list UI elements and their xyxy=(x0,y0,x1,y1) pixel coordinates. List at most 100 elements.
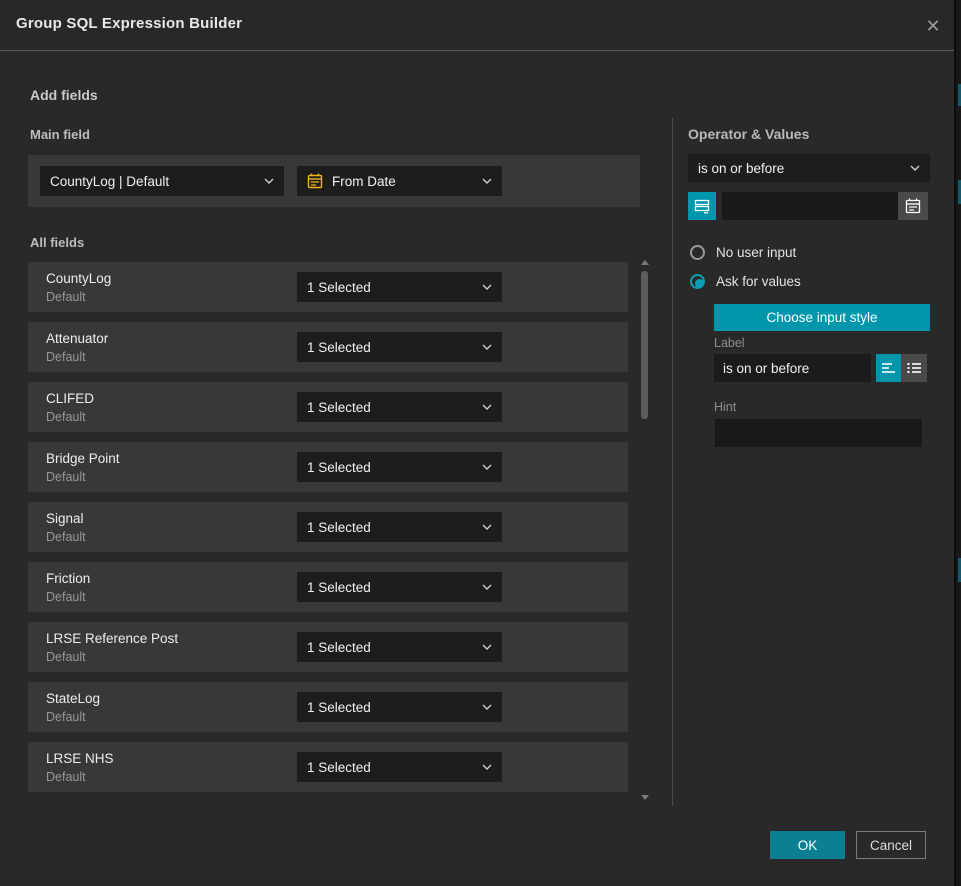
field-selected-value: 1 Selected xyxy=(307,700,482,715)
field-selected-dropdown[interactable]: 1 Selected xyxy=(297,452,502,482)
ok-button[interactable]: OK xyxy=(770,831,845,859)
list-scrollbar[interactable] xyxy=(640,258,650,802)
stacked-fields-icon xyxy=(694,198,710,214)
scrollbar-thumb[interactable] xyxy=(641,271,648,419)
field-sublabel: Default xyxy=(46,410,86,424)
main-field-field-dropdown-value: From Date xyxy=(332,174,482,189)
date-picker-button[interactable] xyxy=(898,192,928,220)
field-selected-value: 1 Selected xyxy=(307,520,482,535)
field-selected-value: 1 Selected xyxy=(307,340,482,355)
main-field-layer-dropdown[interactable]: CountyLog | Default xyxy=(40,166,284,196)
calendar-icon xyxy=(307,173,323,189)
choose-input-style-button[interactable]: Choose input style xyxy=(714,304,930,331)
radio-no-user-input-label: No user input xyxy=(716,245,796,260)
field-row: CountyLog Default 1 Selected xyxy=(28,262,628,312)
field-name: Attenuator xyxy=(46,331,108,346)
hint-input[interactable] xyxy=(715,419,922,447)
label-field-label: Label xyxy=(714,336,745,350)
field-name: LRSE NHS xyxy=(46,751,114,766)
dialog-header: Group SQL Expression Builder ✕ xyxy=(0,0,954,51)
field-selected-value: 1 Selected xyxy=(307,400,482,415)
field-sublabel: Default xyxy=(46,710,86,724)
chevron-down-icon xyxy=(482,524,492,530)
field-selected-dropdown[interactable]: 1 Selected xyxy=(297,392,502,422)
main-field-field-dropdown[interactable]: From Date xyxy=(297,166,502,196)
field-name: Signal xyxy=(46,511,84,526)
radio-selected-icon xyxy=(690,274,705,289)
main-field-layer-dropdown-value: CountyLog | Default xyxy=(50,174,264,189)
cancel-button[interactable]: Cancel xyxy=(856,831,926,859)
hint-field-label: Hint xyxy=(714,400,736,414)
field-selected-value: 1 Selected xyxy=(307,640,482,655)
field-name: StateLog xyxy=(46,691,100,706)
field-sublabel: Default xyxy=(46,290,86,304)
panel-divider xyxy=(672,118,673,806)
field-row: LRSE NHS Default 1 Selected xyxy=(28,742,628,792)
label-input[interactable] xyxy=(714,354,871,382)
background-page-sliver xyxy=(954,0,961,886)
field-sublabel: Default xyxy=(46,470,86,484)
chevron-down-icon xyxy=(482,644,492,650)
chevron-down-icon xyxy=(482,584,492,590)
radio-circle-icon xyxy=(690,245,705,260)
field-row: CLIFED Default 1 Selected xyxy=(28,382,628,432)
group-sql-expression-builder-dialog: Group SQL Expression Builder ✕ Add field… xyxy=(0,0,961,886)
chevron-down-icon xyxy=(482,464,492,470)
close-icon[interactable]: ✕ xyxy=(922,15,944,37)
dialog-title: Group SQL Expression Builder xyxy=(16,15,242,32)
add-fields-heading: Add fields xyxy=(30,87,98,103)
chevron-down-icon xyxy=(482,178,492,184)
all-fields-label: All fields xyxy=(30,235,84,250)
align-left-icon xyxy=(881,362,896,374)
field-name: LRSE Reference Post xyxy=(46,631,178,646)
date-value-input[interactable] xyxy=(722,192,898,220)
operator-dropdown-value: is on or before xyxy=(698,161,910,176)
calendar-icon xyxy=(905,198,921,214)
chevron-down-icon xyxy=(264,178,274,184)
field-row: Bridge Point Default 1 Selected xyxy=(28,442,628,492)
scroll-down-icon[interactable] xyxy=(641,795,649,800)
chevron-down-icon xyxy=(482,284,492,290)
chevron-down-icon xyxy=(482,404,492,410)
field-selected-dropdown[interactable]: 1 Selected xyxy=(297,632,502,662)
field-selected-dropdown[interactable]: 1 Selected xyxy=(297,512,502,542)
field-sublabel: Default xyxy=(46,350,86,364)
main-field-panel: CountyLog | Default From Date xyxy=(28,155,640,207)
list-style-button[interactable] xyxy=(901,354,927,382)
field-row: Signal Default 1 Selected xyxy=(28,502,628,552)
field-selected-value: 1 Selected xyxy=(307,280,482,295)
scroll-up-icon[interactable] xyxy=(641,260,649,265)
field-name: Bridge Point xyxy=(46,451,120,466)
operator-values-heading: Operator & Values xyxy=(688,126,809,142)
radio-no-user-input[interactable]: No user input xyxy=(690,245,796,260)
field-selected-value: 1 Selected xyxy=(307,460,482,475)
field-selected-dropdown[interactable]: 1 Selected xyxy=(297,332,502,362)
radio-ask-for-values-label: Ask for values xyxy=(716,274,801,289)
chevron-down-icon xyxy=(482,704,492,710)
field-sublabel: Default xyxy=(46,650,86,664)
chevron-down-icon xyxy=(482,764,492,770)
bulleted-list-icon xyxy=(907,362,922,374)
field-selected-value: 1 Selected xyxy=(307,760,482,775)
chevron-down-icon xyxy=(910,165,920,171)
field-name: Friction xyxy=(46,571,90,586)
field-sublabel: Default xyxy=(46,590,86,604)
chevron-down-icon xyxy=(482,344,492,350)
field-sublabel: Default xyxy=(46,530,86,544)
radio-ask-for-values[interactable]: Ask for values xyxy=(690,274,801,289)
field-selected-dropdown[interactable]: 1 Selected xyxy=(297,692,502,722)
field-row: StateLog Default 1 Selected xyxy=(28,682,628,732)
operator-dropdown[interactable]: is on or before xyxy=(688,154,930,182)
dialog-surface: Group SQL Expression Builder ✕ Add field… xyxy=(0,0,954,886)
field-sublabel: Default xyxy=(46,770,86,784)
field-selected-value: 1 Selected xyxy=(307,580,482,595)
field-row: LRSE Reference Post Default 1 Selected xyxy=(28,622,628,672)
field-name: CountyLog xyxy=(46,271,111,286)
field-selected-dropdown[interactable]: 1 Selected xyxy=(297,572,502,602)
field-name: CLIFED xyxy=(46,391,94,406)
field-row: Friction Default 1 Selected xyxy=(28,562,628,612)
single-line-style-button[interactable] xyxy=(876,354,901,382)
field-selected-dropdown[interactable]: 1 Selected xyxy=(297,272,502,302)
field-selected-dropdown[interactable]: 1 Selected xyxy=(297,752,502,782)
input-style-toggle-button[interactable] xyxy=(688,192,716,220)
